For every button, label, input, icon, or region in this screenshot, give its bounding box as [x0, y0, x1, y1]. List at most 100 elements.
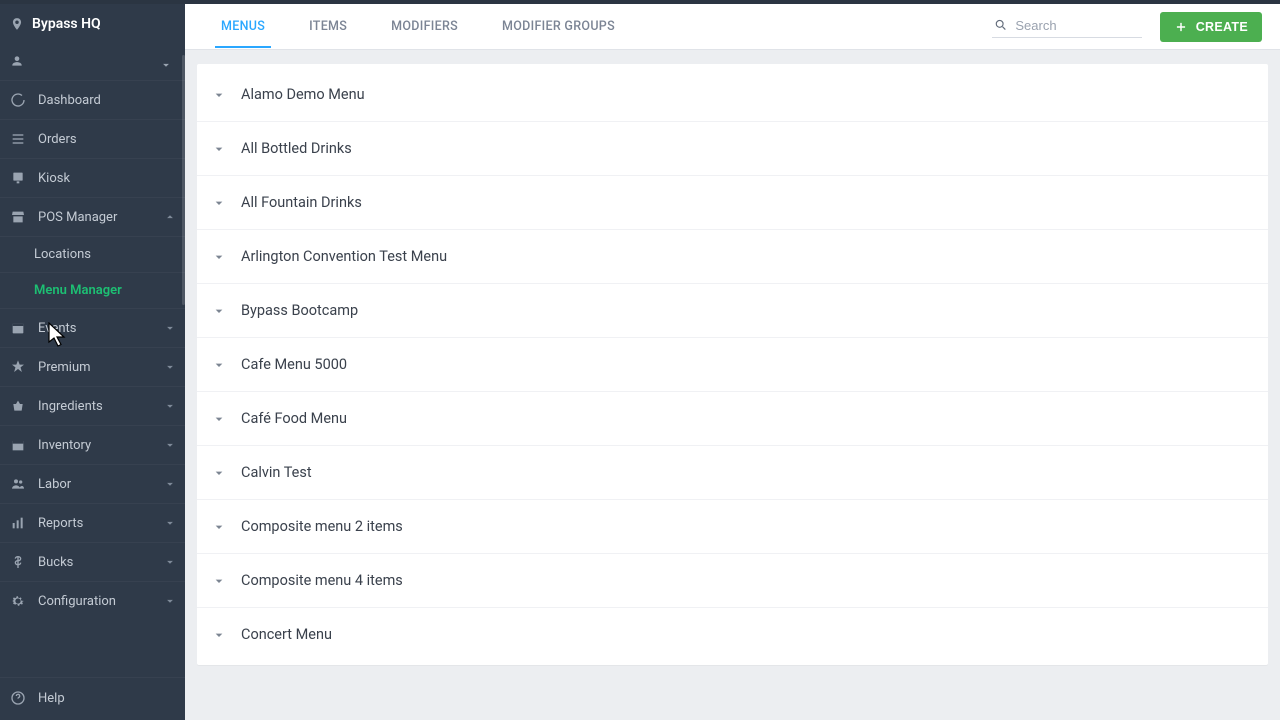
- gear-icon: [10, 593, 26, 609]
- chevron-down-icon: [163, 438, 177, 452]
- sidebar-item-orders[interactable]: Orders: [0, 120, 185, 158]
- menu-name: Alamo Demo Menu: [241, 86, 365, 103]
- sidebar-item-label: POS Manager: [38, 210, 117, 225]
- menu-row[interactable]: Alamo Demo Menu: [197, 68, 1268, 122]
- refresh-icon: [10, 92, 26, 108]
- tab-items[interactable]: ITEMS: [303, 5, 353, 48]
- menu-row[interactable]: Composite menu 4 items: [197, 554, 1268, 608]
- sidebar-item-configuration[interactable]: Configuration: [0, 582, 185, 620]
- star-icon: [10, 359, 26, 375]
- brand: Bypass HQ: [0, 4, 185, 46]
- chevron-up-icon: [163, 210, 177, 224]
- tab-label: ITEMS: [309, 19, 347, 34]
- tab-label: MODIFIER GROUPS: [502, 19, 615, 34]
- brand-name: Bypass HQ: [32, 16, 101, 32]
- sidebar-item-label: Bucks: [38, 555, 73, 570]
- chevron-down-icon: [211, 357, 227, 373]
- tab-menus[interactable]: MENUS: [215, 5, 271, 48]
- tab-label: MODIFIERS: [391, 19, 458, 34]
- content: Alamo Demo Menu All Bottled Drinks All Fou…: [185, 50, 1280, 720]
- menu-name: Arlington Convention Test Menu: [241, 248, 447, 265]
- search-field[interactable]: [992, 15, 1142, 38]
- sidebar-item-label: Reports: [38, 516, 83, 531]
- sidebar-item-reports[interactable]: Reports: [0, 504, 185, 542]
- chevron-down-icon: [211, 141, 227, 157]
- dollar-icon: [10, 554, 26, 570]
- chevron-down-icon: [211, 87, 227, 103]
- sidebar-item-label: Premium: [38, 360, 91, 375]
- sidebar-subitem-menu-manager[interactable]: Menu Manager: [0, 272, 185, 308]
- menu-name: All Bottled Drinks: [241, 140, 352, 157]
- chevron-down-icon: [211, 195, 227, 211]
- chevron-down-icon: [163, 555, 177, 569]
- window-top-strip: [0, 0, 1280, 4]
- menu-name: Concert Menu: [241, 626, 332, 643]
- sidebar-item-ingredients[interactable]: Ingredients: [0, 387, 185, 425]
- menu-row[interactable]: Calvin Test: [197, 446, 1268, 500]
- basket-icon: [10, 398, 26, 414]
- sidebar-item-pos-manager[interactable]: POS Manager: [0, 198, 185, 236]
- user-icon: [10, 54, 24, 68]
- bars-icon: [10, 515, 26, 531]
- sidebar-item-label: Ingredients: [38, 399, 103, 414]
- sidebar-item-help[interactable]: Help: [0, 678, 185, 720]
- sidebar: Bypass HQ Dashboard Orders Kiosk POS Man…: [0, 0, 185, 720]
- chevron-down-icon: [159, 58, 173, 72]
- sidebar-item-label: Orders: [38, 132, 77, 147]
- sidebar-item-events[interactable]: Events: [0, 309, 185, 347]
- chevron-down-icon: [163, 594, 177, 608]
- chevron-down-icon: [211, 249, 227, 265]
- sidebar-subitem-locations[interactable]: Locations: [0, 236, 185, 272]
- menu-name: Composite menu 4 items: [241, 572, 403, 589]
- main: MENUS ITEMS MODIFIERS MODIFIER GROUPS CR…: [185, 0, 1280, 720]
- menu-row[interactable]: All Fountain Drinks: [197, 176, 1268, 230]
- chevron-down-icon: [163, 321, 177, 335]
- menu-name: All Fountain Drinks: [241, 194, 362, 211]
- menus-panel: Alamo Demo Menu All Bottled Drinks All Fou…: [197, 64, 1268, 665]
- kiosk-icon: [10, 170, 26, 186]
- tabs: MENUS ITEMS MODIFIERS MODIFIER GROUPS: [215, 5, 621, 48]
- chevron-down-icon: [211, 573, 227, 589]
- help-icon: [10, 690, 26, 706]
- sidebar-item-labor[interactable]: Labor: [0, 465, 185, 503]
- sidebar-item-label: Labor: [38, 477, 71, 492]
- sidebar-item-label: Help: [38, 691, 65, 706]
- tab-modifier-groups[interactable]: MODIFIER GROUPS: [496, 5, 621, 48]
- sidebar-item-label: Dashboard: [38, 93, 101, 108]
- menu-row[interactable]: Arlington Convention Test Menu: [197, 230, 1268, 284]
- people-icon: [10, 476, 26, 492]
- search-input[interactable]: [1015, 18, 1139, 33]
- chevron-down-icon: [163, 360, 177, 374]
- menu-name: Composite menu 2 items: [241, 518, 403, 535]
- menu-name: Cafe Menu 5000: [241, 356, 347, 373]
- menu-name: Café Food Menu: [241, 410, 347, 427]
- menu-row[interactable]: All Bottled Drinks: [197, 122, 1268, 176]
- sidebar-item-premium[interactable]: Premium: [0, 348, 185, 386]
- tab-modifiers[interactable]: MODIFIERS: [385, 5, 464, 48]
- search-icon: [994, 17, 1008, 33]
- nav-list: Dashboard Orders Kiosk POS Manager Locat…: [0, 80, 185, 677]
- chevron-down-icon: [211, 303, 227, 319]
- menu-row[interactable]: Café Food Menu: [197, 392, 1268, 446]
- sidebar-submenu-pos: Locations Menu Manager: [0, 236, 185, 308]
- menu-row[interactable]: Composite menu 2 items: [197, 500, 1268, 554]
- sidebar-item-label: Kiosk: [38, 171, 70, 186]
- store-icon: [10, 209, 26, 225]
- menu-row[interactable]: Concert Menu: [197, 608, 1268, 661]
- user-menu[interactable]: [0, 46, 185, 80]
- location-pin-icon: [10, 17, 24, 31]
- sidebar-subitem-label: Locations: [34, 247, 91, 262]
- help-section: Help: [0, 677, 185, 720]
- menu-row[interactable]: Bypass Bootcamp: [197, 284, 1268, 338]
- sidebar-item-kiosk[interactable]: Kiosk: [0, 159, 185, 197]
- chevron-down-icon: [211, 519, 227, 535]
- chevron-down-icon: [163, 399, 177, 413]
- sidebar-item-inventory[interactable]: Inventory: [0, 426, 185, 464]
- create-button-label: CREATE: [1196, 20, 1248, 34]
- menu-row[interactable]: Cafe Menu 5000: [197, 338, 1268, 392]
- sidebar-item-bucks[interactable]: Bucks: [0, 543, 185, 581]
- sidebar-item-label: Configuration: [38, 594, 116, 609]
- chevron-down-icon: [211, 627, 227, 643]
- sidebar-item-dashboard[interactable]: Dashboard: [0, 81, 185, 119]
- create-button[interactable]: CREATE: [1160, 12, 1262, 42]
